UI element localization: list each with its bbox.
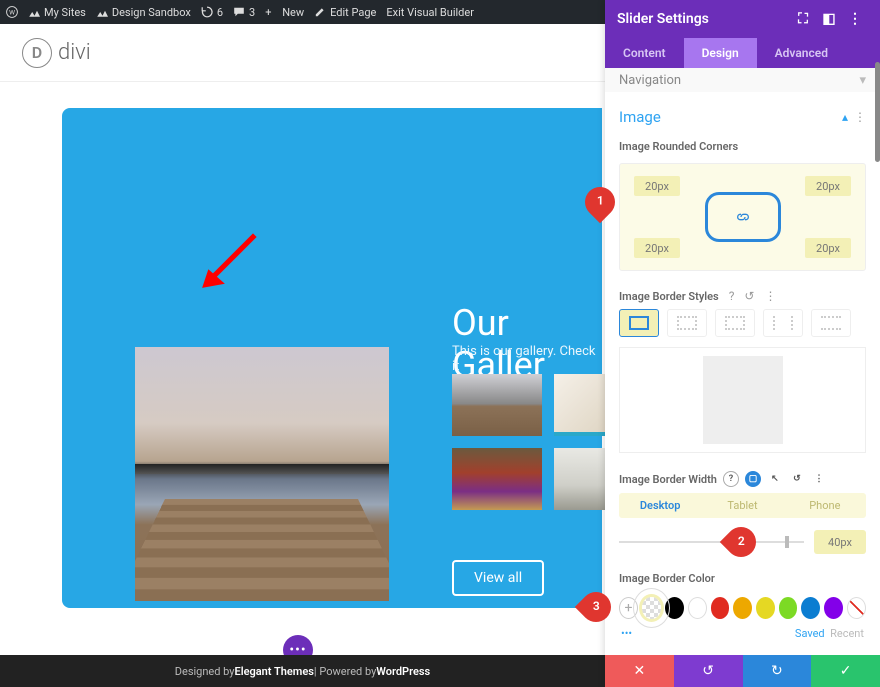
slider-thumb[interactable] xyxy=(452,448,542,510)
saved-colors-tab[interactable]: Saved xyxy=(795,627,825,640)
site-name-link[interactable]: Design Sandbox xyxy=(96,6,191,19)
slider-main-image[interactable] xyxy=(135,347,389,601)
kebab-icon[interactable]: ⋮ xyxy=(764,289,776,303)
responsive-icon[interactable]: ▢ xyxy=(745,471,761,487)
border-styles-picker xyxy=(605,303,880,339)
slider-thumbnails xyxy=(452,374,605,510)
help-icon[interactable]: ? xyxy=(723,471,739,487)
color-swatch[interactable] xyxy=(711,597,730,619)
kebab-icon[interactable]: ⋮ xyxy=(842,11,868,27)
panel-scrollbar[interactable] xyxy=(875,62,880,162)
color-swatch-none[interactable] xyxy=(847,597,866,619)
help-icon[interactable]: ? xyxy=(729,289,735,303)
cancel-button[interactable]: ✕ xyxy=(605,655,674,687)
edit-page-link[interactable]: Edit Page xyxy=(314,6,376,19)
svg-text:W: W xyxy=(9,8,15,16)
slider-thumb[interactable] xyxy=(452,374,542,436)
fullscreen-icon[interactable]: ⛶ xyxy=(790,11,816,27)
comments-link[interactable]: 3 xyxy=(233,6,255,19)
panel-body[interactable]: Navigation▾ Image ▴ ⋮ Image Rounded Corn… xyxy=(605,68,880,687)
kebab-icon[interactable]: ⋮ xyxy=(811,471,827,487)
label-rounded-corners: Image Rounded Corners xyxy=(605,130,880,159)
tab-content[interactable]: Content xyxy=(605,38,684,68)
color-swatch[interactable] xyxy=(688,597,707,619)
site-logo[interactable]: D divi xyxy=(22,38,91,68)
device-phone[interactable]: Phone xyxy=(784,493,866,518)
settings-panel: Slider Settings ⛶ ◧ ⋮ Content Design Adv… xyxy=(605,0,880,687)
hover-icon[interactable]: ↖ xyxy=(767,471,783,487)
label-border-styles: Image Border Styles xyxy=(619,290,719,303)
tab-advanced[interactable]: Advanced xyxy=(757,38,846,68)
tab-design[interactable]: Design xyxy=(684,38,757,68)
footer-wp-link[interactable]: WordPress xyxy=(376,665,430,678)
color-swatch[interactable] xyxy=(824,597,843,619)
color-swatch[interactable] xyxy=(756,597,775,619)
border-style-option[interactable] xyxy=(667,309,707,337)
corner-link-toggle[interactable] xyxy=(705,192,781,242)
reset-icon[interactable]: ↺ xyxy=(789,471,805,487)
footer-brand-link[interactable]: Elegant Themes xyxy=(235,665,314,678)
kebab-icon[interactable]: ⋮ xyxy=(854,110,866,124)
corner-tl-input[interactable]: 20px xyxy=(634,176,680,196)
my-sites-link[interactable]: My Sites xyxy=(28,6,86,19)
wp-logo[interactable]: W xyxy=(6,6,18,18)
site-footer: Designed by Elegant Themes | Powered by … xyxy=(0,655,605,687)
new-content-link[interactable]: + New xyxy=(265,6,304,19)
slider-thumb[interactable] xyxy=(554,374,605,436)
device-desktop[interactable]: Desktop xyxy=(619,493,701,518)
label-border-color: Image Border Color xyxy=(605,554,880,591)
logo-text: divi xyxy=(58,40,91,65)
color-swatches: + xyxy=(605,591,880,621)
site-header: D divi xyxy=(0,24,605,82)
gallery-subtitle: This is our gallery. Check it xyxy=(452,344,605,374)
color-swatch[interactable] xyxy=(733,597,752,619)
more-colors-icon[interactable]: ••• xyxy=(621,627,632,640)
section-image[interactable]: Image ▴ ⋮ xyxy=(605,92,880,130)
panel-footer: ✕ ↺ ↻ ✓ xyxy=(605,655,880,687)
slider-thumb[interactable] xyxy=(554,448,605,510)
device-tablet[interactable]: Tablet xyxy=(701,493,783,518)
device-tabs: Desktop Tablet Phone xyxy=(619,493,866,518)
label-border-width: Image Border Width ? ▢ ↖ ↺ ⋮ xyxy=(605,461,880,491)
border-width-input[interactable]: 40px xyxy=(814,530,866,554)
undo-button[interactable]: ↺ xyxy=(674,655,743,687)
corner-bl-input[interactable]: 20px xyxy=(634,238,680,258)
chevron-down-icon: ▾ xyxy=(859,73,866,88)
color-swatch[interactable] xyxy=(779,597,798,619)
panel-title: Slider Settings xyxy=(617,11,709,27)
border-style-option[interactable] xyxy=(619,309,659,337)
border-style-option[interactable] xyxy=(763,309,803,337)
logo-icon: D xyxy=(22,38,52,68)
exit-vb-link[interactable]: Exit Visual Builder xyxy=(386,6,474,19)
annotation-arrow-icon xyxy=(198,230,260,296)
save-button[interactable]: ✓ xyxy=(811,655,880,687)
recent-colors-tab[interactable]: Recent xyxy=(830,627,864,640)
view-all-button[interactable]: View all xyxy=(452,560,544,596)
border-width-slider[interactable] xyxy=(619,541,804,543)
panel-header: Slider Settings ⛶ ◧ ⋮ xyxy=(605,0,880,38)
chevron-up-icon: ▴ xyxy=(842,110,848,124)
panel-tabs: Content Design Advanced xyxy=(605,38,880,68)
color-swatch[interactable] xyxy=(801,597,820,619)
color-swatch-transparent[interactable] xyxy=(642,597,661,619)
border-preview xyxy=(619,347,866,453)
redo-button[interactable]: ↻ xyxy=(743,655,812,687)
border-style-option[interactable] xyxy=(811,309,851,337)
updates-link[interactable]: 6 xyxy=(201,6,223,19)
reset-icon[interactable]: ↺ xyxy=(744,289,754,303)
section-navigation[interactable]: Navigation▾ xyxy=(605,68,880,92)
page-canvas: Our Galler This is our gallery. Check it… xyxy=(0,82,605,655)
snap-icon[interactable]: ◧ xyxy=(816,11,842,27)
border-style-option[interactable] xyxy=(715,309,755,337)
rounded-corners-control[interactable]: 20px 20px 20px 20px xyxy=(619,163,866,271)
corner-tr-input[interactable]: 20px xyxy=(805,176,851,196)
corner-br-input[interactable]: 20px xyxy=(805,238,851,258)
